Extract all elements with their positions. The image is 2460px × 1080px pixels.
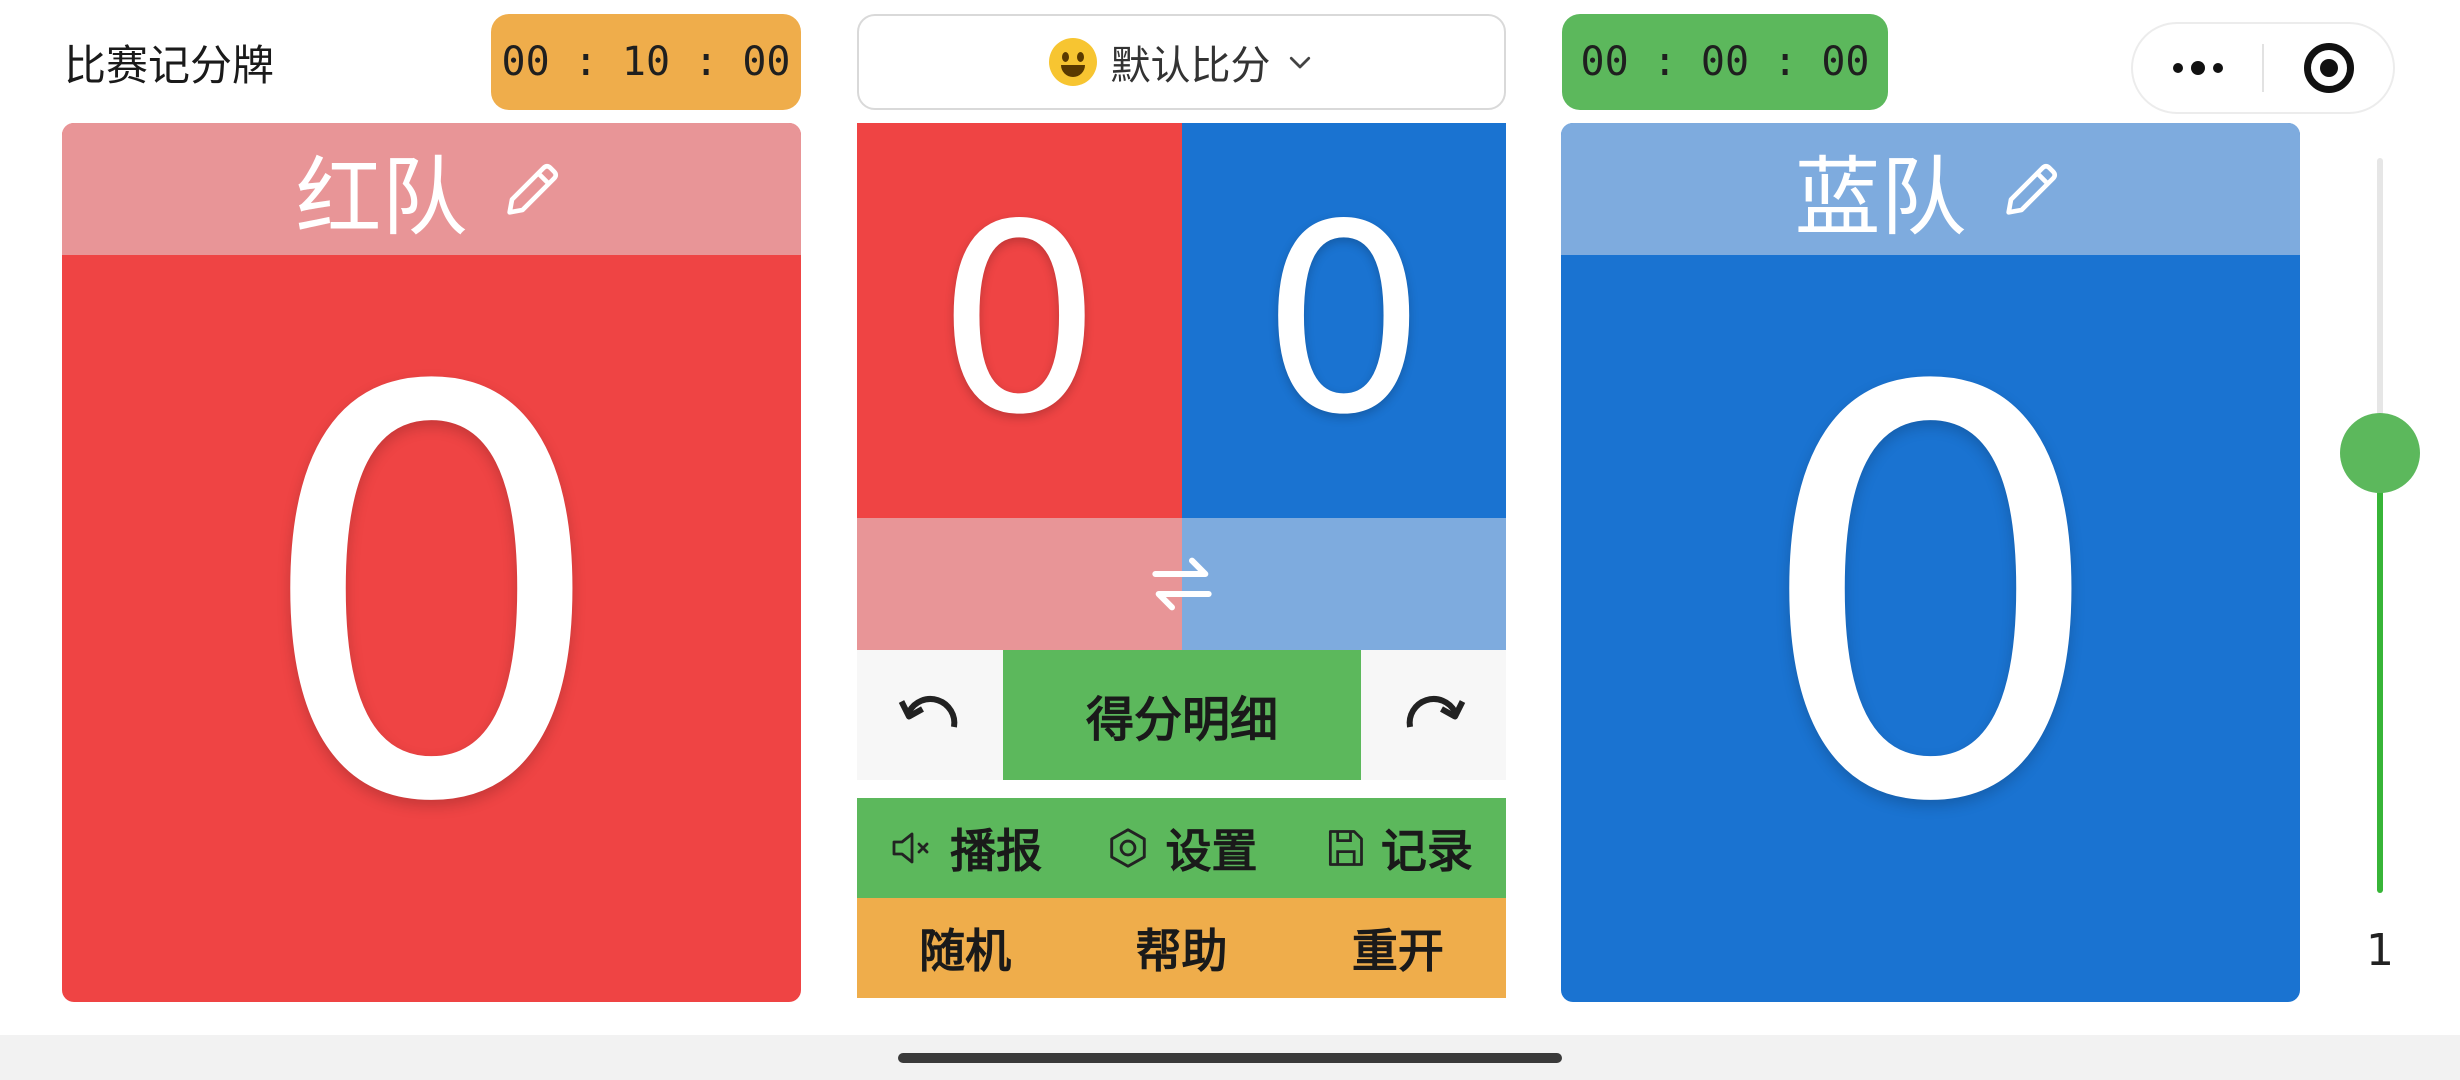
random-button[interactable]: 随机 — [857, 898, 1073, 998]
red-team-name: 红队 — [295, 147, 468, 248]
close-button[interactable] — [2264, 24, 2393, 112]
miniprogram-capsule — [2131, 22, 2395, 114]
score-mode-select[interactable]: 默认比分 — [857, 14, 1506, 110]
redo-arrow-icon — [1406, 696, 1465, 728]
restart-button[interactable]: 重开 — [1290, 898, 1506, 998]
speaker-muted-icon — [892, 832, 929, 864]
blue-team-header[interactable]: 蓝队 — [1561, 123, 2300, 255]
mini-scoreboard: 0 0 得分明细 播报 设置 记录 随机 帮助 重开 — [857, 123, 1506, 998]
undo-button[interactable] — [857, 650, 1003, 780]
red-team-header[interactable]: 红队 — [62, 123, 801, 255]
slider-value: 1 — [2366, 925, 2394, 976]
action-row: 随机 帮助 重开 — [857, 898, 1506, 998]
grinning-face-emoji-icon — [1048, 38, 1097, 86]
app-title: 比赛记分牌 — [64, 41, 275, 90]
red-team-card: 红队 0 — [62, 123, 801, 1002]
broadcast-label: 播报 — [950, 824, 1043, 878]
blue-team-card: 蓝队 0 — [1561, 123, 2300, 1002]
red-team-timer[interactable]: 00 : 10 : 00 — [491, 14, 801, 110]
record-button[interactable]: 记录 — [1290, 798, 1506, 898]
more-button[interactable] — [2133, 24, 2262, 112]
undo-arrow-icon — [898, 696, 958, 728]
score-mode-label: 默认比分 — [1110, 43, 1271, 89]
settings-label: 设置 — [1165, 824, 1258, 878]
hexagon-settings-icon — [1110, 828, 1147, 868]
pencil-icon[interactable] — [498, 154, 568, 224]
target-circle-icon — [2303, 43, 2354, 93]
settings-button[interactable]: 设置 — [1073, 798, 1289, 898]
red-team-score[interactable]: 0 — [62, 255, 801, 1002]
step-slider[interactable] — [2340, 158, 2420, 898]
home-indicator[interactable] — [898, 1053, 1562, 1063]
redo-button[interactable] — [1361, 650, 1506, 780]
history-row: 得分明细 — [857, 650, 1506, 780]
blue-team-timer[interactable]: 00 : 00 : 00 — [1562, 14, 1888, 110]
record-label: 记录 — [1380, 824, 1473, 878]
slider-track — [2377, 158, 2383, 453]
more-dots-icon — [2172, 61, 2223, 75]
blue-team-name: 蓝队 — [1794, 147, 1967, 248]
mini-scores: 0 0 — [857, 123, 1506, 518]
floppy-save-icon — [1328, 830, 1363, 866]
slider-thumb[interactable] — [2340, 413, 2420, 493]
pencil-icon[interactable] — [1997, 154, 2067, 224]
slider-track-fill — [2377, 453, 2383, 893]
scoreboard-screen: 比赛记分牌 00 : 10 : 00 默认比分 00 : 00 : 00 红队 … — [0, 0, 2460, 1080]
mini-blue-score[interactable]: 0 — [1181, 123, 1506, 518]
chevron-down-icon — [1289, 56, 1310, 69]
swap-sides-row[interactable] — [857, 518, 1506, 650]
tool-row: 播报 设置 记录 — [857, 798, 1506, 898]
broadcast-button[interactable]: 播报 — [857, 798, 1073, 898]
swap-arrows-icon[interactable] — [1142, 544, 1222, 624]
mini-red-score[interactable]: 0 — [857, 123, 1182, 518]
help-button[interactable]: 帮助 — [1073, 898, 1289, 998]
score-detail-button[interactable]: 得分明细 — [1003, 650, 1361, 780]
blue-team-score[interactable]: 0 — [1561, 255, 2300, 1002]
